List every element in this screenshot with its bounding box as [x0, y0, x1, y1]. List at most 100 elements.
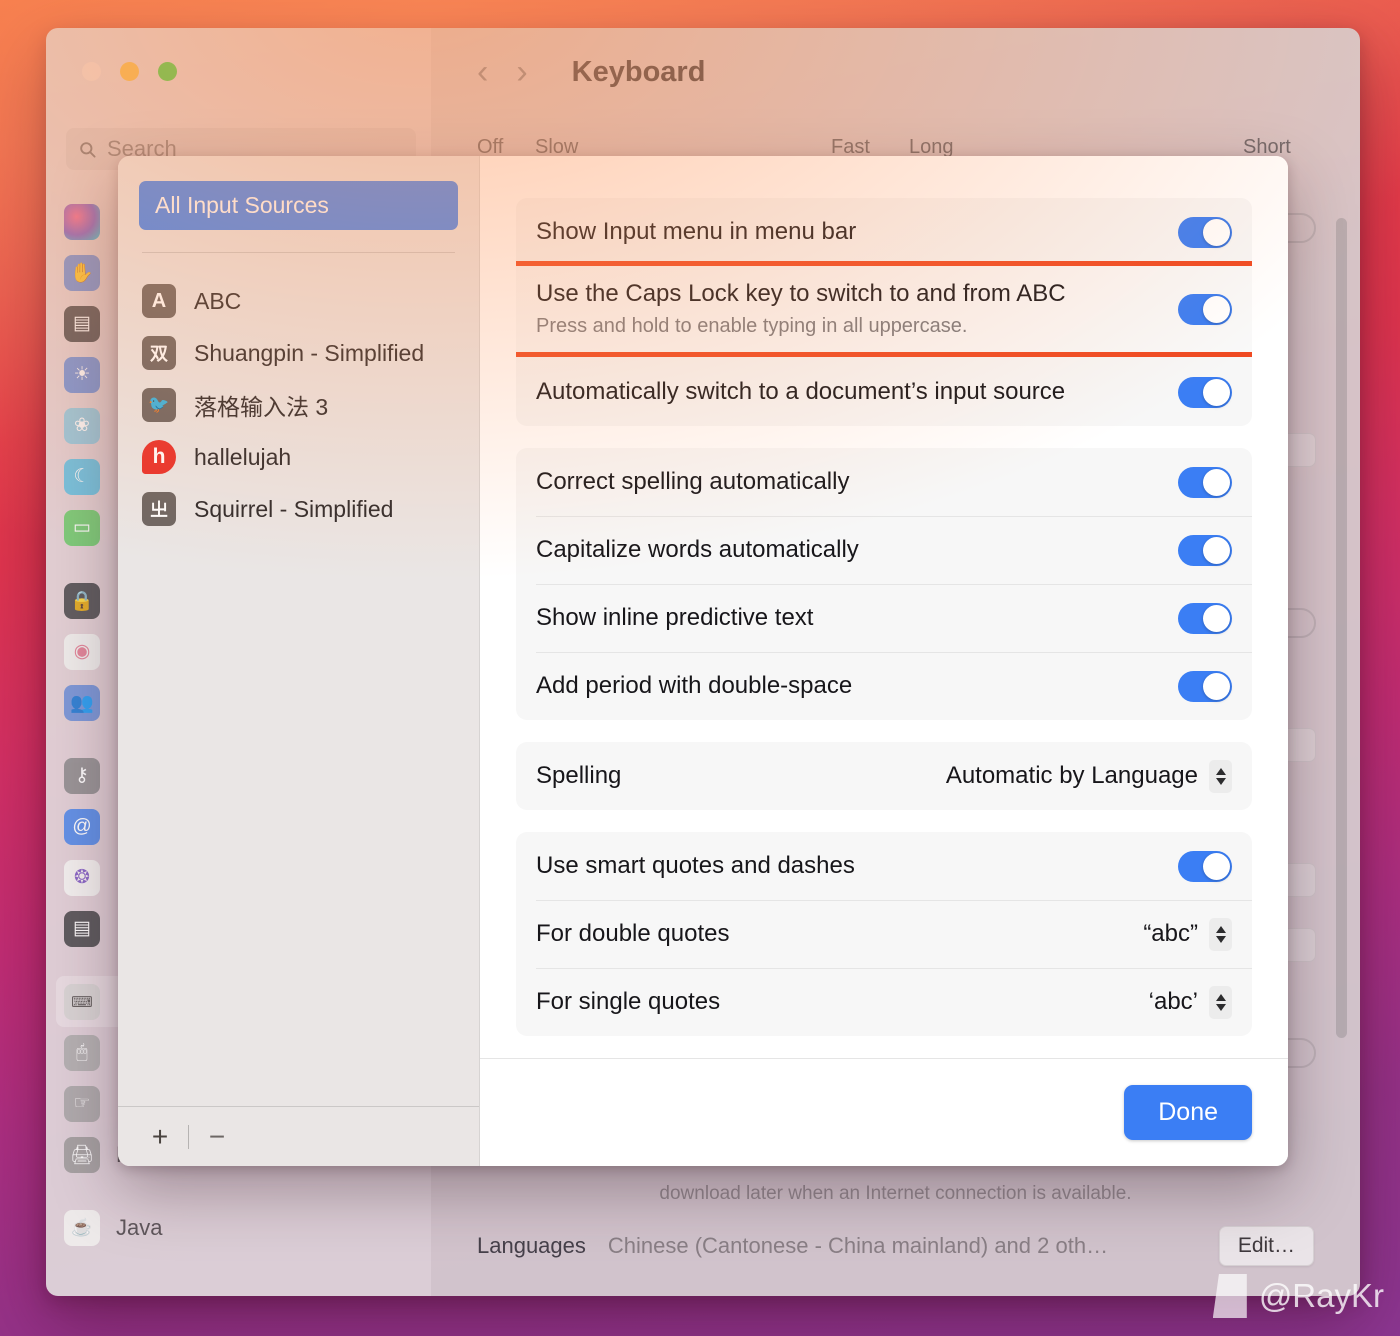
row-capitalize-words[interactable]: Capitalize words automatically	[516, 516, 1252, 584]
row-title: Show inline predictive text	[536, 604, 814, 631]
all-input-sources-group[interactable]: All Input Sources	[139, 181, 458, 230]
stepper-icon[interactable]	[1209, 759, 1232, 793]
settings-card-spelling: Spelling Automatic by Language	[516, 742, 1252, 810]
row-text: Use the Caps Lock key to switch to and f…	[536, 266, 1178, 352]
row-caps-lock-switch[interactable]: Use the Caps Lock key to switch to and f…	[516, 266, 1252, 352]
input-source-label: 落格输入法 3	[194, 394, 329, 420]
row-correct-spelling[interactable]: Correct spelling automatically	[516, 448, 1252, 516]
java-icon: ☕	[64, 1209, 100, 1246]
download-note: download later when an Internet connecti…	[659, 1183, 1132, 1204]
row-title: For double quotes	[536, 920, 730, 947]
input-source-squirrel[interactable]: 㞢 Squirrel - Simplified	[142, 483, 479, 535]
sidebar-item-java[interactable]: ☕ Java	[64, 1202, 431, 1253]
touch-id-icon: ◉	[64, 633, 100, 670]
zoom-window-button[interactable]	[158, 62, 177, 81]
chevron-up-icon	[1215, 925, 1226, 933]
passwords-key-icon: ⚷	[64, 757, 100, 794]
printers-scanners-icon: 🖨	[64, 1136, 100, 1173]
add-input-source-button[interactable]: +	[140, 1122, 180, 1151]
row-smart-quotes-dashes[interactable]: Use smart quotes and dashes	[516, 832, 1252, 900]
row-text: Correct spelling automatically	[536, 454, 1178, 510]
dialog-footer: Done	[480, 1058, 1288, 1166]
toolbar-divider	[188, 1124, 189, 1149]
row-title: Use smart quotes and dashes	[536, 852, 855, 879]
popup-spelling[interactable]: Automatic by Language	[945, 759, 1232, 793]
stepper-icon[interactable]	[1209, 985, 1232, 1019]
row-text: Show inline predictive text	[536, 590, 1178, 646]
input-source-luoge[interactable]: 🐦 落格输入法 3	[142, 379, 479, 431]
remove-input-source-button[interactable]: −	[197, 1122, 237, 1151]
input-sources-toolbar: + −	[118, 1106, 479, 1166]
toggle-capitalize-words[interactable]	[1178, 534, 1232, 566]
input-source-shuangpin[interactable]: 双 Shuangpin - Simplified	[142, 327, 479, 379]
back-button[interactable]: ‹	[477, 55, 488, 89]
sidebar-divider-4	[64, 1180, 431, 1202]
search-icon	[80, 141, 96, 158]
hallelujah-source-icon: h	[142, 440, 176, 474]
stepper-icon[interactable]	[1209, 917, 1232, 951]
toggle-knob	[1203, 378, 1230, 406]
chevron-down-icon	[1215, 935, 1226, 943]
toggle-show-input-menu[interactable]	[1178, 216, 1232, 248]
input-source-abc[interactable]: A ABC	[142, 275, 479, 327]
toggle-inline-predictive-text[interactable]	[1178, 602, 1232, 634]
row-text: Show Input menu in menu bar	[536, 204, 1178, 260]
input-sources-right-panel: Show Input menu in menu bar Use the Caps…	[480, 156, 1288, 1166]
popup-single-quotes[interactable]: ‘abc’	[1148, 985, 1232, 1019]
row-title: Automatically switch to a document’s inp…	[536, 378, 1066, 405]
row-text: Spelling	[536, 748, 946, 804]
toggle-auto-switch-document[interactable]	[1178, 376, 1232, 408]
internet-accounts-at-icon: @	[64, 808, 100, 845]
wallet-apple-pay-icon: ▤	[64, 910, 100, 947]
row-double-quotes[interactable]: For double quotes “abc”	[516, 900, 1252, 968]
trackpad-icon: ☞	[64, 1085, 100, 1122]
row-text: Automatically switch to a document’s inp…	[536, 364, 1178, 420]
popup-value: “abc”	[1143, 920, 1198, 947]
toggle-correct-spelling[interactable]	[1178, 466, 1232, 498]
close-window-button[interactable]	[82, 62, 101, 81]
row-show-input-menu[interactable]: Show Input menu in menu bar	[516, 198, 1252, 266]
input-sources-dialog: All Input Sources A ABC 双 Shuangpin - Si…	[118, 156, 1288, 1166]
highlighted-caps-lock-region: Use the Caps Lock key to switch to and f…	[516, 261, 1252, 357]
popup-value: ‘abc’	[1148, 988, 1198, 1015]
row-title: Spelling	[536, 762, 622, 789]
input-source-list: A ABC 双 Shuangpin - Simplified 🐦 落格输入法 3…	[118, 253, 479, 1106]
input-sources-left-panel: All Input Sources A ABC 双 Shuangpin - Si…	[118, 156, 480, 1166]
minimize-window-button[interactable]	[120, 62, 139, 81]
row-add-period-double-space[interactable]: Add period with double-space	[516, 652, 1252, 720]
toggle-knob	[1203, 852, 1230, 880]
row-text: For single quotes	[536, 974, 1149, 1030]
chevron-up-icon	[1215, 993, 1226, 1001]
row-spelling[interactable]: Spelling Automatic by Language	[516, 742, 1252, 810]
window-traffic-lights	[82, 62, 177, 81]
languages-row: Languages Chinese (Cantonese - China mai…	[477, 1226, 1314, 1266]
toggle-knob	[1203, 536, 1230, 564]
toggle-knob	[1203, 604, 1230, 632]
toggle-add-period-double-space[interactable]	[1178, 670, 1232, 702]
input-source-label: hallelujah	[194, 443, 292, 470]
row-title: Show Input menu in menu bar	[536, 218, 857, 245]
input-source-label: Squirrel - Simplified	[194, 495, 394, 522]
page-title: Keyboard	[571, 55, 706, 88]
row-text: For double quotes	[536, 906, 1143, 962]
input-source-label: ABC	[194, 287, 242, 314]
row-single-quotes[interactable]: For single quotes ‘abc’	[516, 968, 1252, 1036]
popup-double-quotes[interactable]: “abc”	[1143, 917, 1232, 951]
shuangpin-source-icon: 双	[142, 336, 176, 370]
watermark-text: @RayKr	[1258, 1277, 1384, 1314]
languages-label: Languages	[477, 1233, 586, 1258]
toggle-knob	[1203, 218, 1230, 246]
mouse-icon: 🖱	[64, 1034, 100, 1071]
input-source-hallelujah[interactable]: h hallelujah	[142, 431, 479, 483]
done-button[interactable]: Done	[1124, 1085, 1252, 1140]
edit-languages-button[interactable]: Edit…	[1218, 1226, 1314, 1266]
content-scrollbar[interactable]	[1336, 218, 1347, 1038]
popup-value: Automatic by Language	[945, 762, 1198, 789]
forward-button[interactable]: ›	[516, 55, 527, 89]
settings-card-text-behavior: Correct spelling automatically Capitaliz…	[516, 448, 1252, 720]
toggle-smart-quotes-dashes[interactable]	[1178, 850, 1232, 882]
row-title: Capitalize words automatically	[536, 536, 859, 563]
toggle-caps-lock-switch[interactable]	[1178, 293, 1232, 325]
row-inline-predictive-text[interactable]: Show inline predictive text	[516, 584, 1252, 652]
row-auto-switch-document[interactable]: Automatically switch to a document’s inp…	[516, 358, 1252, 426]
